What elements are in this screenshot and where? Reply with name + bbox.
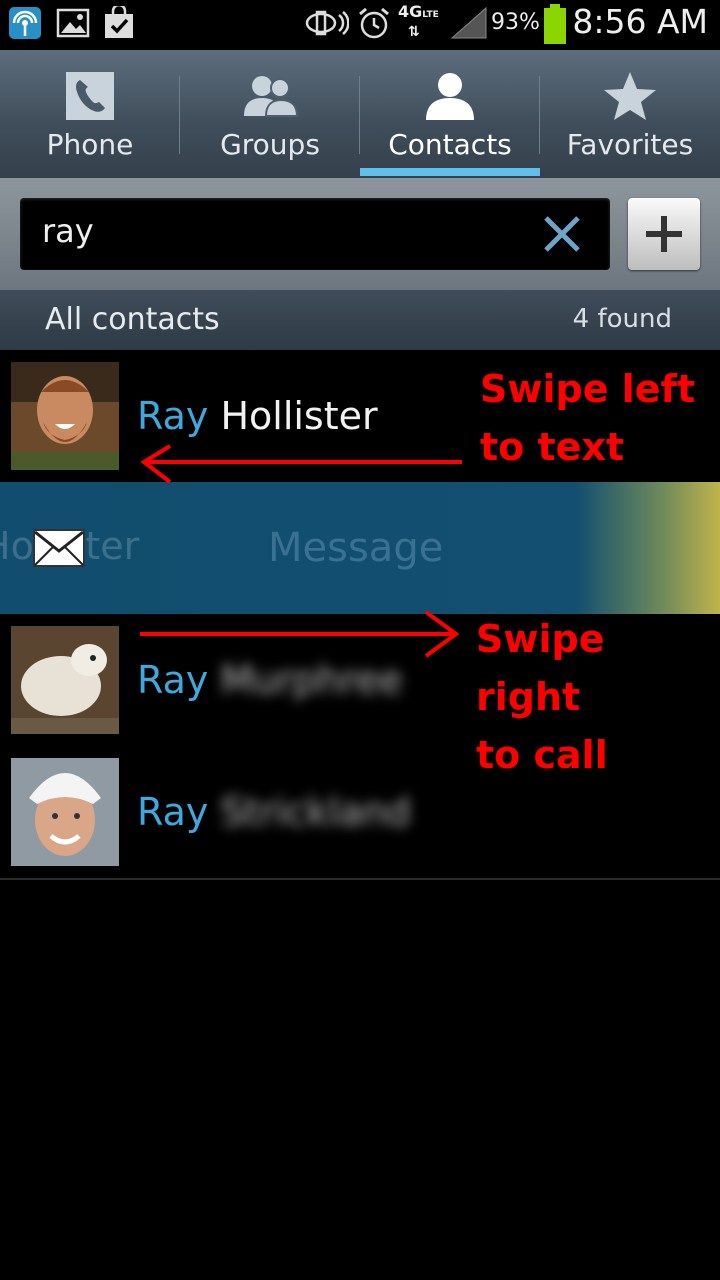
battery-icon [544, 4, 566, 44]
tab-groups[interactable]: Groups [180, 50, 360, 178]
phone-icon [66, 72, 114, 120]
section-title: All contacts [45, 302, 220, 337]
envelope-icon [33, 529, 85, 567]
avatar [11, 626, 119, 734]
contact-name: Ray Hollister [137, 394, 378, 438]
network-type: 4GLTE ⇅ [398, 2, 439, 41]
gallery-icon [56, 8, 90, 38]
avatar [11, 758, 119, 866]
star-icon [604, 72, 656, 120]
contact-first-name: Ray [137, 394, 209, 438]
tab-label: Groups [220, 128, 320, 161]
search-input-value: ray [42, 212, 94, 250]
groups-icon [244, 76, 298, 117]
battery-percent: 93% [491, 10, 540, 35]
contact-name: Ray Strickland [137, 790, 411, 834]
swipe-right-annotation: Swipe right to call [476, 610, 720, 784]
section-header: All contacts 4 found [0, 290, 720, 350]
status-bar: 4GLTE ⇅ 93% 8:56 AM [0, 0, 720, 50]
annotation-line: Swipe right [476, 617, 605, 719]
contact-icon [426, 73, 474, 120]
tab-phone[interactable]: Phone [0, 50, 180, 178]
clear-search-icon[interactable] [542, 214, 582, 254]
signal-icon [450, 6, 487, 39]
tab-bar: Phone Groups Contacts Favorites [0, 50, 720, 178]
contact-first-name: Ray [137, 658, 209, 702]
tab-label: Contacts [388, 128, 512, 161]
tab-contacts[interactable]: Contacts [360, 50, 540, 178]
tab-label: Phone [46, 128, 134, 161]
swipe-left-annotation: Swipe left to text [480, 360, 695, 476]
plus-icon [646, 216, 682, 252]
contact-last-name: Strickland [220, 790, 411, 834]
annotation-line: Swipe left [480, 367, 696, 411]
alarm-icon [359, 7, 389, 39]
clock: 8:56 AM [572, 2, 708, 41]
contact-first-name: Ray [137, 790, 209, 834]
wifi-hotspot-icon [9, 7, 41, 39]
swipe-message-strip[interactable]: Hollister Message [0, 482, 720, 614]
contact-last-name: Murphree [220, 658, 403, 702]
tab-favorites[interactable]: Favorites [540, 50, 720, 178]
search-bar: ray [0, 178, 720, 290]
tab-label: Favorites [566, 128, 694, 161]
annotation-line: to call [476, 733, 608, 777]
search-input[interactable]: ray [20, 198, 610, 270]
add-contact-button[interactable] [628, 198, 700, 270]
results-count: 4 found [572, 304, 672, 334]
contact-name: Ray Murphree [137, 658, 403, 702]
tab-selected-indicator [360, 168, 540, 176]
left-arrow-annotation [140, 444, 462, 484]
avatar [11, 362, 119, 470]
contact-last-name: Hollister [220, 394, 378, 438]
right-arrow-annotation [140, 610, 460, 658]
rotate-icon [305, 10, 349, 36]
annotation-line: to text [480, 425, 625, 469]
message-action-label: Message [268, 525, 444, 571]
shopping-bag-icon [105, 6, 133, 38]
